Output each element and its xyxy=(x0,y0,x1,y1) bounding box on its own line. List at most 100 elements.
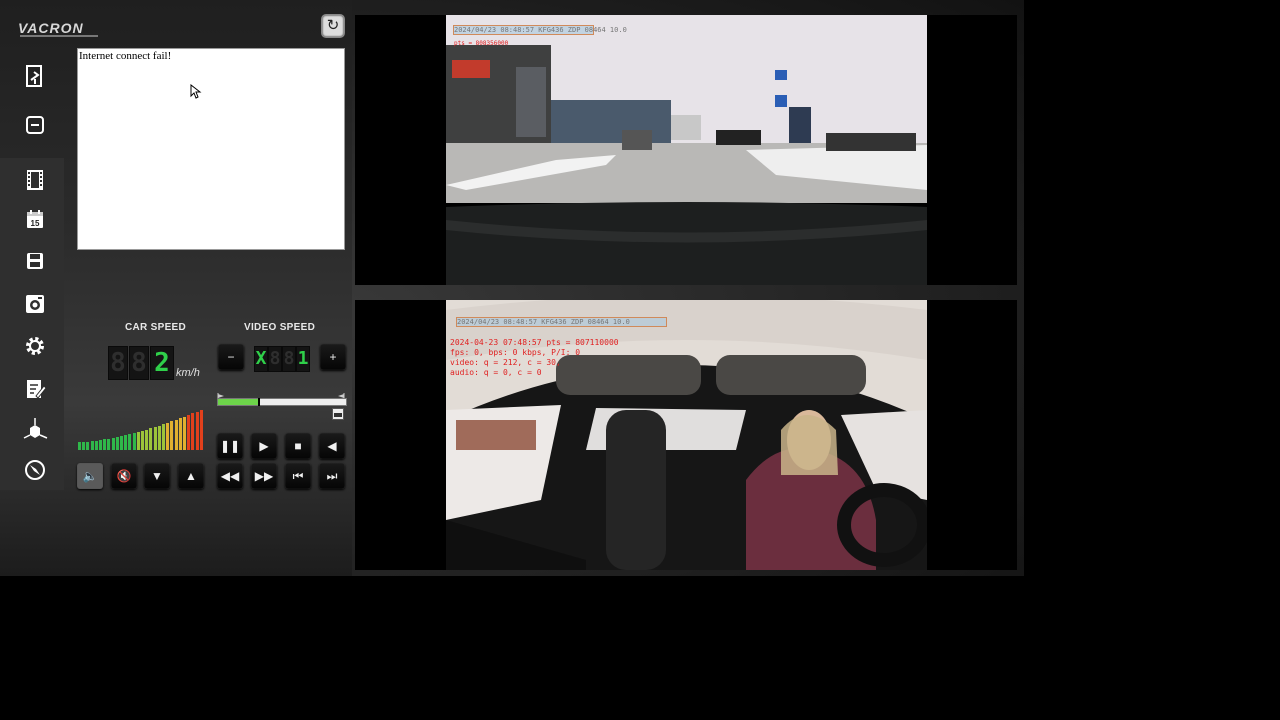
video-speed-digit-2: 8 xyxy=(268,346,282,372)
clip-marker-button[interactable] xyxy=(332,408,344,420)
refresh-button[interactable]: ↻ xyxy=(321,14,345,38)
status-message-box: Internet connect fail! xyxy=(77,48,345,250)
playback-progress-thumb[interactable] xyxy=(257,398,260,406)
front-osd-timestamp: 2024/04/23 08:48:57 KFG436 ZDP 08464 10.… xyxy=(453,25,627,35)
speed-bar-segment xyxy=(183,416,186,450)
speed-bar-segment xyxy=(153,427,157,450)
video-speed-digit-1: X xyxy=(254,346,268,372)
skip-back-icon: ⏮ xyxy=(292,469,304,483)
stop-icon: ■ xyxy=(294,439,302,453)
svg-text:15: 15 xyxy=(31,219,40,228)
triangle-up-icon: ▲ xyxy=(185,469,197,483)
pause-button[interactable]: ❚❚ xyxy=(217,433,243,459)
fast-forward-button[interactable]: ▶▶ xyxy=(251,463,277,489)
speed-bar-segment xyxy=(111,437,115,450)
skip-back-button[interactable]: ⏮ xyxy=(285,463,311,489)
clip-marker-icon xyxy=(334,413,342,417)
speed-bar-meter xyxy=(78,410,204,450)
exit-icon xyxy=(26,65,42,87)
axis-icon xyxy=(23,418,48,439)
vacron-logo: VACRON xyxy=(18,20,84,36)
speed-bar-segment xyxy=(174,419,178,450)
video-speed-minus-button[interactable]: − xyxy=(218,344,244,370)
speed-bar-segment xyxy=(120,436,123,450)
settings-button[interactable] xyxy=(22,333,48,359)
control-panel: VACRON ↻ 15 Internet connect fail! CAR S… xyxy=(0,0,352,576)
speed-bar-segment xyxy=(162,424,165,450)
reverse-play-button[interactable]: ◀ xyxy=(319,433,345,459)
car-speed-digit-3: 2 xyxy=(150,346,174,380)
status-message: Internet connect fail! xyxy=(79,50,172,62)
pause-icon: ❚❚ xyxy=(219,439,241,453)
speed-bar-segment xyxy=(128,434,132,450)
speed-bar-segment xyxy=(187,415,191,450)
speed-bar-segment xyxy=(157,425,161,450)
triangle-down-icon: ▼ xyxy=(151,469,163,483)
car-speed-label: CAR SPEED xyxy=(125,322,187,333)
front-camera-view[interactable]: 2024/04/23 08:48:57 KFG436 ZDP 08464 10.… xyxy=(355,15,1017,285)
cabin-osd-info-3: video: q = 212, c = 30, xyxy=(450,358,561,367)
car-speed-digit-2: 8 xyxy=(129,346,149,380)
playback-progress-fill xyxy=(218,399,259,405)
playback-progress-slider[interactable] xyxy=(217,398,347,406)
speed-bar-segment xyxy=(166,422,170,450)
speed-bar-segment xyxy=(82,441,86,450)
compass-icon xyxy=(25,460,45,480)
speed-bar-segment xyxy=(145,429,149,450)
axis-button[interactable] xyxy=(22,416,48,442)
calendar-icon: 15 xyxy=(27,210,43,228)
cabin-osd-info-4: audio: q = 0, c = 0 xyxy=(450,368,542,377)
speed-bar-segment xyxy=(99,440,102,450)
volume-button[interactable]: 🔈 xyxy=(77,463,103,489)
settings-icon xyxy=(26,337,44,355)
speed-bar-segment xyxy=(178,418,182,450)
skip-forward-button[interactable]: ⏭ xyxy=(319,463,345,489)
edit-button[interactable] xyxy=(22,376,48,402)
speed-bar-segment xyxy=(115,437,119,450)
save-button[interactable] xyxy=(22,248,48,274)
mute-icon: 🔇 xyxy=(116,469,132,483)
speed-bar-segment xyxy=(132,433,136,450)
minimize-icon xyxy=(26,116,44,134)
snapshot-icon xyxy=(26,295,44,313)
calendar-button[interactable]: 15 xyxy=(22,207,48,233)
volume-up-button[interactable]: ▲ xyxy=(178,463,204,489)
minimize-button[interactable] xyxy=(22,112,48,138)
speed-bar-segment xyxy=(124,435,128,450)
speed-bar-segment xyxy=(103,439,107,450)
speed-bar-segment xyxy=(94,440,98,450)
play-button[interactable]: ▶ xyxy=(251,433,277,459)
compass-button[interactable] xyxy=(22,457,48,483)
film-button[interactable] xyxy=(22,167,48,193)
cabin-osd-timestamp: 2024/04/23 08:48:57 KFG436 ZDP 08464 10.… xyxy=(456,317,667,327)
rewind-button[interactable]: ◀◀ xyxy=(217,463,243,489)
speed-bar-segment xyxy=(195,411,199,450)
app-window: VACRON ↻ 15 Internet connect fail! CAR S… xyxy=(0,0,1024,576)
speed-bar-segment xyxy=(86,441,90,450)
sidebar: 15 xyxy=(0,48,64,490)
video-speed-plus-button[interactable]: + xyxy=(320,344,346,370)
fast-forward-icon: ▶▶ xyxy=(254,469,274,483)
stop-button[interactable]: ■ xyxy=(285,433,311,459)
refresh-icon: ↻ xyxy=(326,17,340,34)
cabin-camera-view[interactable]: 2024/04/23 08:48:57 KFG436 ZDP 08464 10.… xyxy=(355,300,1017,570)
speaker-icon: 🔈 xyxy=(82,469,98,483)
exit-button[interactable] xyxy=(22,63,48,89)
front-camera-image xyxy=(446,15,927,285)
film-icon xyxy=(27,170,43,190)
speed-bar-segment xyxy=(90,441,94,450)
volume-down-button[interactable]: ▼ xyxy=(144,463,170,489)
speed-bar-segment xyxy=(191,413,195,450)
speed-bar-segment xyxy=(78,442,81,450)
save-icon xyxy=(27,253,43,269)
video-speed-digit-4: 1 xyxy=(296,346,310,372)
cabin-osd-info-1: 2024-04-23 07:48:57 pts = 807110000 xyxy=(450,338,619,347)
cabin-camera-frame: 2024/04/23 08:48:57 KFG436 ZDP 08464 10.… xyxy=(446,300,927,570)
speed-bar-segment xyxy=(107,438,111,450)
mute-button[interactable]: 🔇 xyxy=(111,463,137,489)
reverse-play-icon: ◀ xyxy=(327,439,337,453)
car-speed-unit: km/h xyxy=(176,367,200,379)
speed-bar-segment xyxy=(136,432,140,450)
end-flag-icon xyxy=(337,388,345,401)
snapshot-button[interactable] xyxy=(22,291,48,317)
